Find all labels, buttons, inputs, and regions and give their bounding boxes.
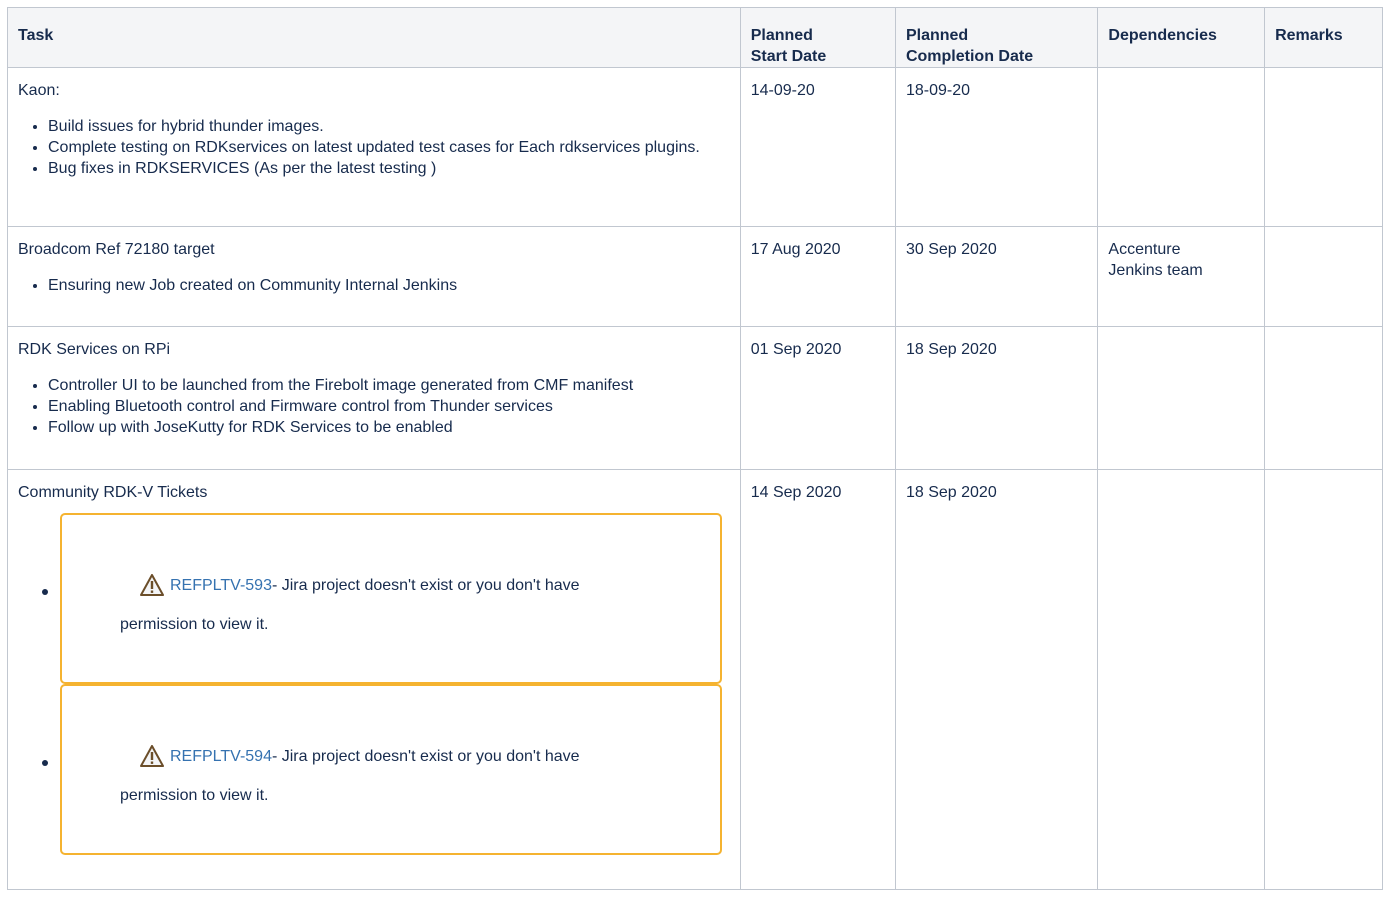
jira-issue-link[interactable]: REFPLTV-594 — [170, 746, 272, 767]
dependencies-cell — [1097, 326, 1266, 470]
dependencies-text: Accenture Jenkins team — [1108, 241, 1203, 279]
remarks-cell — [1264, 226, 1383, 327]
header-start[interactable]: Planned Start Date — [739, 7, 896, 68]
table-row: RDK Services on RPi Controller UI to be … — [7, 326, 1383, 470]
bullet-dot — [42, 760, 48, 766]
jira-error-line: REFPLTV-593 - Jira project doesn't exist… — [140, 565, 700, 605]
completion-date-cell: 30 Sep 2020 — [894, 226, 1099, 327]
remarks-cell — [1264, 326, 1383, 470]
task-bullet-list: Ensuring new Job created on Community In… — [18, 275, 730, 296]
list-item: REFPLTV-594 - Jira project doesn't exist… — [42, 684, 730, 855]
dependencies-cell — [1097, 469, 1266, 890]
task-title: Broadcom Ref 72180 target — [18, 241, 215, 258]
task-cell: Broadcom Ref 72180 target Ensuring new J… — [7, 226, 741, 327]
list-item: Ensuring new Job created on Community In… — [48, 275, 730, 296]
jira-error-message-cont: permission to view it. — [120, 616, 269, 633]
task-title: Community RDK-V Tickets — [18, 484, 208, 501]
task-cell: Community RDK-V Tickets REFPLTV-593 - Ji… — [7, 469, 741, 890]
list-item: Bug fixes in RDKSERVICES (As per the lat… — [48, 158, 730, 179]
bullet-dot — [42, 589, 48, 595]
header-dependencies[interactable]: Dependencies — [1097, 7, 1266, 68]
list-item: Complete testing on RDKservices on lates… — [48, 137, 730, 158]
task-cell: RDK Services on RPi Controller UI to be … — [7, 326, 741, 470]
list-item: Enabling Bluetooth control and Firmware … — [48, 396, 730, 417]
jira-error-macro: REFPLTV-593 - Jira project doesn't exist… — [60, 513, 722, 684]
task-bullet-list: Controller UI to be launched from the Fi… — [18, 375, 730, 438]
completion-date-cell: 18 Sep 2020 — [894, 469, 1099, 890]
header-task[interactable]: Task — [7, 7, 741, 68]
table-row: Broadcom Ref 72180 target Ensuring new J… — [7, 226, 1383, 327]
table-row: Kaon: Build issues for hybrid thunder im… — [7, 67, 1383, 227]
start-date-cell: 17 Aug 2020 — [739, 226, 896, 327]
start-date-cell: 14 Sep 2020 — [739, 469, 896, 890]
completion-date-cell: 18 Sep 2020 — [894, 326, 1099, 470]
start-date-cell: 01 Sep 2020 — [739, 326, 896, 470]
header-completion-label: Planned Completion Date — [905, 27, 1034, 65]
header-start-label: Planned Start Date — [750, 27, 827, 65]
jira-error-line: REFPLTV-594 - Jira project doesn't exist… — [140, 736, 700, 776]
header-remarks[interactable]: Remarks — [1264, 7, 1383, 68]
remarks-cell — [1264, 67, 1383, 227]
list-item: Controller UI to be launched from the Fi… — [48, 375, 730, 396]
list-item: Build issues for hybrid thunder images. — [48, 116, 730, 137]
task-title: RDK Services on RPi — [18, 341, 171, 358]
jira-error-macro: REFPLTV-594 - Jira project doesn't exist… — [60, 684, 722, 855]
start-date-cell: 14-09-20 — [739, 67, 896, 227]
warning-triangle-icon — [140, 745, 164, 767]
task-title: Kaon: — [18, 82, 60, 99]
jira-issue-link[interactable]: REFPLTV-593 — [170, 575, 272, 596]
dependencies-cell: Accenture Jenkins team — [1097, 226, 1266, 327]
table-row: Community RDK-V Tickets REFPLTV-593 - Ji… — [7, 469, 1383, 890]
jira-issue-list: REFPLTV-593 - Jira project doesn't exist… — [18, 513, 730, 855]
completion-date-cell: 18-09-20 — [894, 67, 1099, 227]
header-completion[interactable]: Planned Completion Date — [894, 7, 1099, 68]
plan-table: Task Planned Start Date Planned Completi… — [7, 7, 1383, 890]
dependencies-cell — [1097, 67, 1266, 227]
jira-error-message-cont: permission to view it. — [120, 787, 269, 804]
task-cell: Kaon: Build issues for hybrid thunder im… — [7, 67, 741, 227]
list-item: REFPLTV-593 - Jira project doesn't exist… — [42, 513, 730, 684]
remarks-cell — [1264, 469, 1383, 890]
header-row: Task Planned Start Date Planned Completi… — [7, 7, 1383, 68]
warning-triangle-icon — [140, 574, 164, 596]
jira-error-message: - Jira project doesn't exist or you don'… — [271, 747, 580, 765]
task-bullet-list: Build issues for hybrid thunder images. … — [18, 116, 730, 179]
list-item: Follow up with JoseKutty for RDK Service… — [48, 417, 730, 438]
jira-error-message: - Jira project doesn't exist or you don'… — [271, 576, 580, 594]
